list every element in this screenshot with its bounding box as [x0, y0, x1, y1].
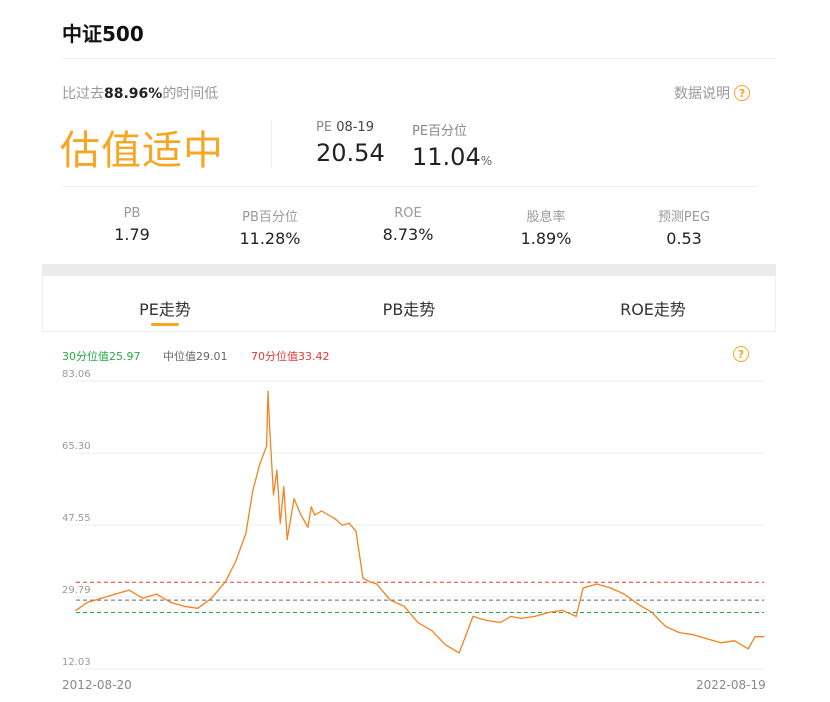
pe-data-point	[307, 526, 309, 528]
pe-data-point	[114, 593, 116, 595]
pe-data-point	[327, 514, 330, 516]
pe-data-point	[499, 621, 502, 624]
pe-data-point	[733, 640, 736, 642]
pe-data-point	[692, 634, 694, 636]
pe-data-point	[87, 601, 89, 603]
pe-data-point	[596, 583, 598, 585]
pe-data-point	[575, 615, 577, 618]
pe-data-point	[403, 605, 405, 607]
pe-data-point	[128, 589, 130, 591]
pe-data-point	[224, 581, 226, 583]
pe-data-point	[417, 621, 419, 624]
pe-data-point	[183, 605, 185, 607]
pe-data-point	[458, 652, 460, 654]
x-start-label: 2012-08-20	[62, 678, 132, 692]
pe-data-point	[283, 486, 285, 488]
pe-data-point	[747, 648, 749, 650]
pe-data-point	[348, 522, 350, 524]
pe-data-point	[321, 510, 323, 512]
pe-data-point	[637, 603, 639, 605]
pe-data-point	[720, 642, 722, 644]
y-tick-label: 65.30	[62, 441, 91, 452]
pe-data-point	[582, 587, 584, 589]
pe-data-point	[272, 494, 275, 496]
pe-data-point	[534, 615, 536, 618]
pe-data-point	[235, 561, 237, 563]
pe-data-point	[548, 611, 550, 613]
pe-data-point	[472, 615, 474, 618]
pe-data-point	[293, 498, 295, 500]
pe-data-point	[314, 514, 316, 516]
pe-data-point	[341, 524, 343, 526]
pe-data-point	[706, 638, 708, 640]
y-tick-label: 47.55	[62, 513, 91, 524]
pe-data-point	[276, 469, 278, 472]
pe-data-point	[197, 607, 199, 609]
pe-data-point	[754, 636, 756, 638]
pe-data-point	[286, 538, 288, 540]
pe-data-point	[510, 615, 512, 618]
pe-data-point	[269, 433, 271, 435]
pe-data-point	[169, 601, 171, 603]
pe-trend-chart: 83.06 65.30 47.55 29.79 12.03	[62, 369, 765, 670]
pe-data-point	[265, 445, 268, 447]
pe-data-point	[444, 644, 447, 646]
pe-data-point	[300, 514, 302, 516]
pe-data-point	[389, 599, 392, 601]
pe-data-point	[142, 597, 144, 599]
y-tick-label: 83.06	[62, 369, 91, 380]
pe-data-point	[267, 390, 269, 392]
pe-data-point	[362, 577, 364, 579]
pe-data-point	[763, 636, 765, 638]
pe-data-point	[665, 625, 667, 628]
pe-data-point	[678, 632, 680, 634]
pe-data-point	[486, 619, 488, 622]
pe-data-point	[355, 530, 357, 532]
pe-data-point	[259, 463, 261, 465]
pe-data-point	[623, 593, 625, 595]
pe-data-point	[651, 611, 653, 613]
y-tick-label: 12.03	[62, 657, 91, 668]
pe-data-point	[245, 532, 247, 534]
pe-data-point	[210, 597, 213, 599]
pe-data-point	[100, 597, 103, 599]
x-end-label: 2022-08-19	[696, 678, 766, 692]
pe-data-point	[520, 617, 522, 620]
pe-data-point	[75, 609, 77, 611]
pe-data-point	[155, 593, 158, 595]
pe-data-point	[334, 518, 336, 520]
pe-data-point	[609, 587, 612, 589]
y-tick-label: 29.79	[62, 585, 91, 596]
pe-data-point	[561, 609, 564, 611]
pe-data-point	[431, 630, 433, 632]
pe-data-point	[279, 522, 281, 524]
pe-data-point	[369, 581, 371, 583]
pe-data-point	[310, 506, 312, 508]
pe-data-point	[252, 490, 254, 492]
pe-series-line	[75, 390, 764, 654]
pe-data-point	[376, 583, 378, 585]
